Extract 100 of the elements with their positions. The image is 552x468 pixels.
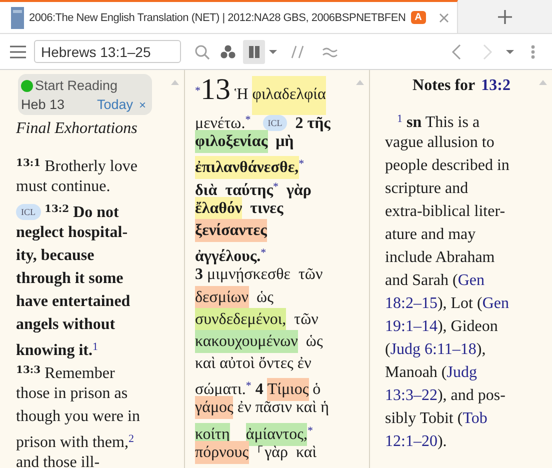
reference-link[interactable]: Judg	[446, 364, 477, 381]
reference-link[interactable]: 13:2	[481, 74, 510, 97]
reference-field[interactable]: Hebrews 13:1–25	[34, 40, 181, 63]
greek-text: ἀγγέλους.	[195, 248, 261, 266]
note-text: ), Gideon	[437, 318, 498, 335]
verse-text: Do not	[72, 204, 119, 221]
reference-link[interactable]: 12:1–20	[385, 433, 438, 450]
caret-icon	[269, 50, 277, 54]
highlighted-word: δεσμίων	[195, 286, 249, 308]
footnote-marker[interactable]: *	[246, 380, 252, 392]
verse-text: through it some	[16, 270, 124, 287]
columns-button[interactable]	[243, 40, 265, 64]
note-text: scripture and	[385, 180, 468, 197]
start-reading-button[interactable]: Start Reading	[35, 78, 118, 93]
status-dot-icon	[21, 80, 33, 92]
verse-text: Brotherly love	[44, 158, 138, 175]
verse-text: neglect hospital-	[16, 224, 128, 241]
scroll-up-icon[interactable]	[356, 80, 364, 85]
plus-icon[interactable]	[498, 10, 512, 24]
verse-number: 13:2	[44, 204, 70, 215]
columns-icon	[246, 44, 262, 60]
greek-text: μὴ	[274, 133, 294, 150]
book-cover-icon	[11, 6, 24, 28]
highlighted-word: ἀμίαντος,	[246, 422, 308, 446]
footnote-marker[interactable]: *	[298, 158, 304, 170]
greek-text: γὰρ	[286, 182, 312, 199]
note-text: (	[385, 341, 390, 358]
footnote-marker[interactable]: 1	[92, 341, 98, 353]
verse-text: and those ill-	[16, 454, 100, 468]
dismiss-button[interactable]: ×	[138, 98, 146, 112]
highlighted-word: φιλαδελφία	[252, 76, 326, 115]
scroll-up-icon[interactable]	[171, 80, 179, 85]
greek-text: ⸀γὰρ καὶ	[256, 444, 317, 461]
reference-link[interactable]: 13:3–22	[385, 387, 438, 404]
note-text: sibly Tobit (	[385, 410, 463, 427]
note-text: This is a	[424, 114, 480, 131]
note-text: ), and pos-	[437, 387, 506, 404]
footnote-marker[interactable]: 1	[397, 113, 402, 125]
document-tab[interactable]: 2006:The New English Translation (NET) | 2012:NA28 GBS, 2006BSPNETBFEN A	[0, 0, 458, 33]
three-dots-icon	[220, 44, 236, 60]
icl-tag[interactable]: ICL	[16, 204, 40, 220]
reference-link[interactable]: Judg 6:11–18	[390, 341, 476, 358]
footnote-marker[interactable]: *	[307, 424, 313, 437]
footnote-marker[interactable]: *	[195, 85, 200, 97]
reference-link[interactable]: Tob	[462, 410, 488, 427]
tab-badge: A	[410, 11, 426, 24]
chapter-number: 13	[200, 73, 230, 106]
scroll-up-icon[interactable]	[539, 80, 547, 85]
highlighted-word: ἔλαθόν	[195, 196, 242, 220]
greek-text: ὁ	[312, 381, 321, 398]
icl-tag[interactable]: ICL	[262, 115, 288, 131]
greek-text: διὰ ταύτης	[195, 182, 274, 199]
verse-text: though you were in	[16, 408, 140, 425]
highlighted-word: πόρνους	[195, 440, 249, 464]
greek-text: ὡς	[256, 288, 274, 306]
greek-text: μενέτω.	[195, 115, 246, 132]
verse-text: Remember	[44, 365, 115, 382]
footnote-marker[interactable]: *	[245, 114, 251, 126]
note-text: vague allusion to	[385, 134, 494, 151]
highlighted-word: συνδεδεμένοι,	[195, 308, 286, 331]
greek-text: 4	[254, 381, 264, 398]
reference-link[interactable]: 19:1–14	[385, 318, 438, 335]
greek-text: Ἡ	[234, 86, 250, 103]
reference-link[interactable]: Gen	[482, 295, 509, 312]
verse-text: angels without	[16, 316, 116, 333]
notes-title: Notes for	[412, 76, 476, 96]
highlighted-word: γάμος	[195, 396, 234, 420]
verse-number: 13:3	[16, 365, 41, 376]
menu-icon[interactable]	[10, 44, 26, 58]
greek-text: καὶ αὐτοὶ ὄντες ἐν	[195, 355, 312, 372]
tab-title: 2006:The New English Translation (NET) | 2012:NA28 GBS, 2006BSPNETBFEN	[29, 12, 406, 24]
footnote-marker[interactable]: *	[260, 247, 266, 260]
reference-link[interactable]: 18:2–15	[385, 295, 438, 312]
greek-text: μιμνῄσκεσθε τῶν	[206, 266, 323, 284]
note-text: extra-biblical liter-	[385, 203, 506, 220]
note-text: Manoah (	[385, 364, 447, 381]
note-text: ),	[476, 341, 486, 358]
note-text: include Abraham	[385, 249, 495, 266]
greek-text: 2 τῆς	[294, 115, 330, 132]
reference-link[interactable]: Gen	[458, 272, 485, 289]
verse-text: prison with them,	[16, 434, 128, 451]
greek-text: 3	[195, 266, 203, 284]
verse-text: those in prison as	[16, 385, 128, 402]
footnote-marker[interactable]: *	[273, 180, 279, 193]
highlighted-word: κακουχουμένων	[195, 330, 298, 353]
plan-reference: Heb 13	[21, 97, 66, 112]
greek-text: τῶν	[293, 310, 318, 328]
today-link[interactable]: Today	[96, 97, 133, 112]
greek-text: τινες	[249, 200, 284, 217]
double-slash-icon	[290, 44, 306, 60]
highlighted-word: φιλοξενίας	[195, 130, 268, 154]
close-icon[interactable]	[438, 12, 449, 22]
search-icon	[194, 44, 210, 60]
verse-text: ity, because	[16, 247, 94, 264]
section-heading: Final Exhortations	[16, 119, 138, 139]
verse-text: must continue.	[16, 178, 110, 195]
footnote-marker[interactable]: 2	[128, 433, 134, 445]
greek-text: σώματι.	[195, 381, 246, 398]
verse-text: have entertained	[16, 293, 130, 310]
caret-icon	[506, 50, 514, 54]
